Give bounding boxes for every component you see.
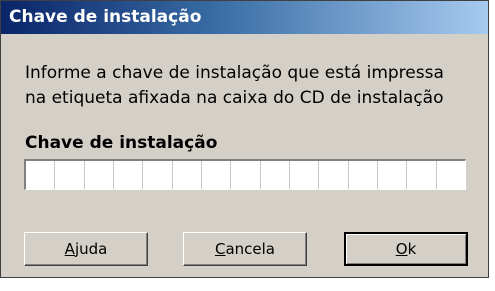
key-char-cell[interactable]	[113, 161, 144, 189]
cancel-button-label: ancela	[225, 239, 276, 258]
installation-key-input[interactable]	[24, 159, 466, 190]
key-char-cell[interactable]	[231, 161, 261, 189]
key-char-cell[interactable]	[289, 161, 320, 189]
instruction-line-1: Informe a chave de instalação que está i…	[25, 63, 444, 83]
key-char-cell[interactable]	[26, 161, 56, 189]
key-char-cell[interactable]	[407, 161, 437, 189]
key-char-cell[interactable]	[84, 161, 114, 189]
key-char-cell[interactable]	[55, 161, 85, 189]
cancel-button[interactable]: Cancela	[183, 232, 307, 266]
key-char-cell[interactable]	[201, 161, 232, 189]
installation-key-label: Chave de instalação	[25, 133, 218, 153]
instruction-line-2: na etiqueta afixada na caixa do CD de in…	[25, 88, 444, 108]
dialog-title: Chave de instalação	[9, 7, 202, 27]
help-button-accelerator: A	[64, 239, 75, 258]
key-char-cell[interactable]	[377, 161, 408, 189]
key-char-cell[interactable]	[348, 161, 378, 189]
instruction-text: Informe a chave de instalação que está i…	[25, 61, 481, 111]
key-char-cell[interactable]	[319, 161, 349, 189]
cancel-button-accelerator: C	[214, 239, 226, 258]
key-char-cell[interactable]	[172, 161, 202, 189]
ok-button[interactable]: Ok	[344, 232, 468, 266]
key-char-cell[interactable]	[260, 161, 290, 189]
help-button-label: juda	[74, 239, 108, 258]
installation-key-dialog: Chave de instalação Informe a chave de i…	[0, 0, 489, 278]
title-bar[interactable]: Chave de instalação	[1, 1, 488, 34]
ok-button-label: k	[407, 239, 417, 258]
key-char-cell[interactable]	[143, 161, 173, 189]
key-char-cell[interactable]	[436, 161, 465, 189]
ok-button-accelerator: O	[395, 239, 408, 258]
help-button[interactable]: Ajuda	[24, 232, 148, 266]
